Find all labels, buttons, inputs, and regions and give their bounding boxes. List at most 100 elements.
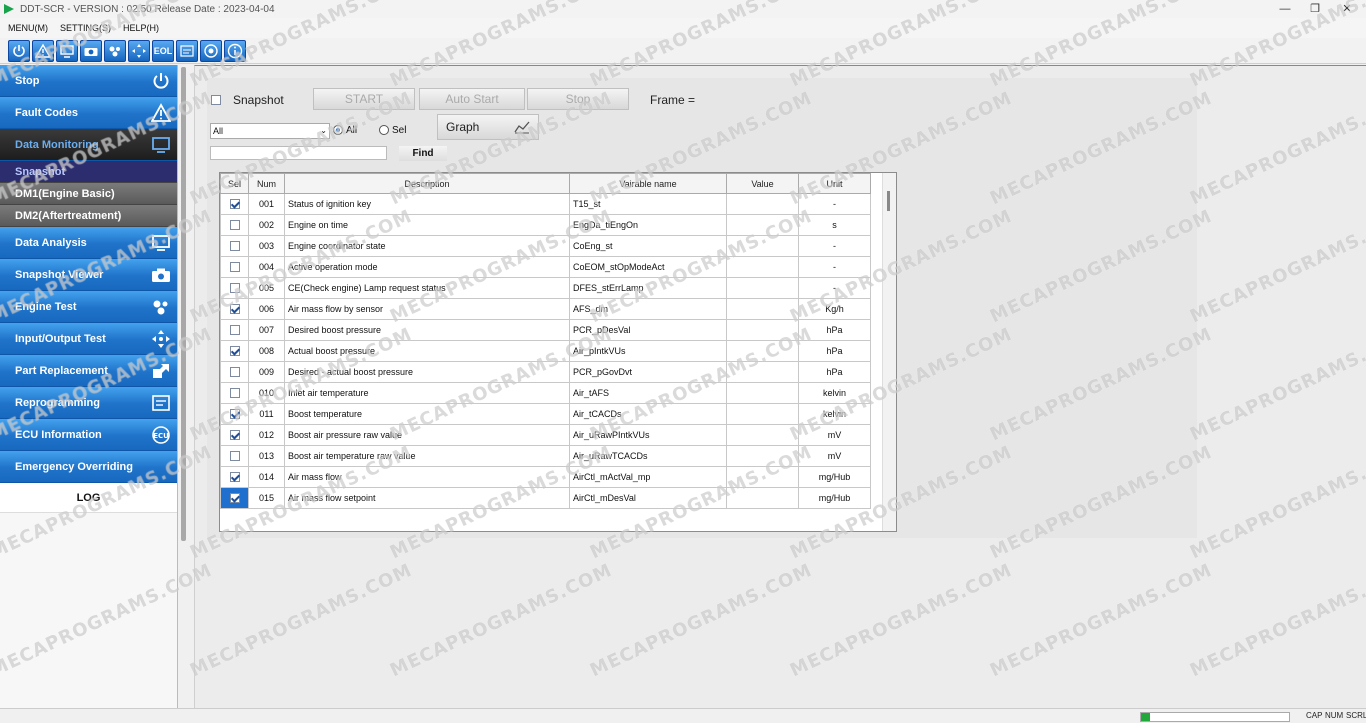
subnav-snapshot[interactable]: Snapshot xyxy=(0,161,177,183)
grid-scrollbar[interactable] xyxy=(882,173,896,531)
num-cell: 012 xyxy=(248,424,285,446)
filter-select[interactable]: All ⌄ xyxy=(210,123,330,139)
sidebar-item-emergency-overriding[interactable]: Emergency Overriding xyxy=(0,451,177,483)
row-select-checkbox[interactable] xyxy=(229,325,240,336)
table-row[interactable]: 001 Status of ignition key T15_st - xyxy=(220,193,871,215)
row-select-checkbox[interactable] xyxy=(229,388,240,399)
log-button[interactable]: LOG xyxy=(0,483,177,513)
row-select-checkbox[interactable] xyxy=(229,346,240,357)
sidebar-scroll-thumb[interactable] xyxy=(181,67,186,541)
row-select-checkbox[interactable] xyxy=(229,220,240,231)
sidebar-item-ecu-information[interactable]: ECU Information ECU xyxy=(0,419,177,451)
engine-test-icon[interactable] xyxy=(104,39,126,62)
table-row[interactable]: 008 Actual boost pressure Air_pIntkVUs hPa xyxy=(220,340,871,362)
row-select-checkbox[interactable] xyxy=(229,409,240,420)
sidebar-item-fault-codes[interactable]: Fault Codes xyxy=(0,97,177,129)
menu-help[interactable]: HELP(H) xyxy=(123,23,159,33)
info-icon[interactable] xyxy=(224,39,246,62)
sel-checkbox-cell[interactable] xyxy=(220,487,249,509)
sidebar-scrollbar[interactable] xyxy=(180,65,188,708)
table-row[interactable]: 009 Desired - actual boost pressure PCR_pG… xyxy=(220,361,871,383)
row-select-checkbox[interactable] xyxy=(229,199,240,210)
menu-setting[interactable]: SETTING(S) xyxy=(60,23,111,33)
sidebar-item-part-replacement[interactable]: Part Replacement xyxy=(0,355,177,387)
sel-checkbox-cell[interactable] xyxy=(220,214,249,236)
sel-checkbox-cell[interactable] xyxy=(220,256,249,278)
sidebar-item-stop[interactable]: Stop xyxy=(0,65,177,97)
unit-cell: kelvin xyxy=(798,382,871,404)
variable-name-cell: AFS_dm xyxy=(569,298,727,320)
sidebar-item-data-analysis[interactable]: Data Analysis xyxy=(0,227,177,259)
sidebar-item-snapshot-viewer[interactable]: Snapshot Viewer xyxy=(0,259,177,291)
header-value[interactable]: Value xyxy=(726,173,799,194)
sel-checkbox-cell[interactable] xyxy=(220,319,249,341)
header-variable-name[interactable]: Vairable name xyxy=(569,173,727,194)
table-row[interactable]: 012 Boost air pressure raw value Air_uRawP… xyxy=(220,424,871,446)
table-row[interactable]: 002 Engine on time EngDa_tiEngOn s xyxy=(220,214,871,236)
camera-icon[interactable] xyxy=(80,39,102,62)
table-row[interactable]: 007 Desired boost pressure PCR_pDesVal hPa xyxy=(220,319,871,341)
header-sel[interactable]: Sel xyxy=(220,173,249,194)
sidebar-item-reprogramming[interactable]: Reprogramming xyxy=(0,387,177,419)
description-cell: Engine on time xyxy=(284,214,570,236)
subnav-dm2-aftertreatment[interactable]: DM2(Aftertreatment) xyxy=(0,205,177,227)
io-test-icon[interactable] xyxy=(128,39,150,62)
sel-checkbox-cell[interactable] xyxy=(220,424,249,446)
row-select-checkbox[interactable] xyxy=(229,241,240,252)
warning-icon[interactable] xyxy=(32,39,54,62)
subnav-dm1-engine-basic[interactable]: DM1(Engine Basic) xyxy=(0,183,177,205)
header-unit[interactable]: Unit xyxy=(798,173,871,194)
sidebar-item-data-monitoring[interactable]: Data Monitoring xyxy=(0,129,177,161)
header-num[interactable]: Num xyxy=(248,173,285,194)
header-description[interactable]: Description xyxy=(284,173,570,194)
sidebar-item-input-output-test[interactable]: Input/Output Test xyxy=(0,323,177,355)
radio-sel[interactable] xyxy=(379,125,389,135)
sel-checkbox-cell[interactable] xyxy=(220,382,249,404)
start-button[interactable]: START xyxy=(313,88,415,110)
row-select-checkbox[interactable] xyxy=(229,367,240,378)
sidebar-item-engine-test[interactable]: Engine Test xyxy=(0,291,177,323)
row-select-checkbox[interactable] xyxy=(229,430,240,441)
graph-button[interactable]: Graph xyxy=(437,114,539,140)
table-row[interactable]: 010 Inlet air temperature Air_tAFS kelvin xyxy=(220,382,871,404)
table-row[interactable]: 004 Active operation mode CoEOM_stOpModeAc… xyxy=(220,256,871,278)
radio-all[interactable] xyxy=(333,125,343,135)
sel-checkbox-cell[interactable] xyxy=(220,298,249,320)
sel-checkbox-cell[interactable] xyxy=(220,445,249,467)
row-select-checkbox[interactable] xyxy=(229,262,240,273)
row-select-checkbox[interactable] xyxy=(229,472,240,483)
row-select-checkbox[interactable] xyxy=(229,493,240,504)
close-button[interactable]: ✕ xyxy=(1332,0,1362,18)
monitor-icon[interactable] xyxy=(56,39,78,62)
eol-icon[interactable]: EOL xyxy=(152,39,174,62)
table-row[interactable]: 006 Air mass flow by sensor AFS_dm Kg/h xyxy=(220,298,871,320)
row-select-checkbox[interactable] xyxy=(229,451,240,462)
sel-checkbox-cell[interactable] xyxy=(220,193,249,215)
snapshot-checkbox[interactable] xyxy=(211,95,221,105)
table-row[interactable]: 014 Air mass flow AirCtl_mActVal_mp mg/Hub xyxy=(220,466,871,488)
sel-checkbox-cell[interactable] xyxy=(220,361,249,383)
menu-menu[interactable]: MENU(M) xyxy=(8,23,48,33)
table-row[interactable]: 005 CE(Check engine) Lamp request status D… xyxy=(220,277,871,299)
find-button[interactable]: Find xyxy=(399,146,447,161)
find-input[interactable] xyxy=(210,146,387,160)
sel-checkbox-cell[interactable] xyxy=(220,235,249,257)
table-row[interactable]: 011 Boost temperature Air_tCACDs kelvin xyxy=(220,403,871,425)
reprogram-icon[interactable] xyxy=(176,39,198,62)
stop-button[interactable]: Stop xyxy=(527,88,629,110)
power-icon[interactable] xyxy=(8,39,30,62)
grid-scroll-thumb[interactable] xyxy=(887,191,890,211)
row-select-checkbox[interactable] xyxy=(229,283,240,294)
maximize-button[interactable]: ❐ xyxy=(1300,0,1330,18)
table-row[interactable]: 013 Boost air temperature raw value Air_uR… xyxy=(220,445,871,467)
sel-checkbox-cell[interactable] xyxy=(220,340,249,362)
table-row[interactable]: 003 Engine coordinator state CoEng_st - xyxy=(220,235,871,257)
table-row[interactable]: 015 Air mass flow setpoint AirCtl_mDesVal m… xyxy=(220,487,871,509)
sel-checkbox-cell[interactable] xyxy=(220,403,249,425)
sel-checkbox-cell[interactable] xyxy=(220,277,249,299)
minimize-button[interactable]: — xyxy=(1270,0,1300,18)
auto-start-button[interactable]: Auto Start xyxy=(419,88,525,110)
sel-checkbox-cell[interactable] xyxy=(220,466,249,488)
row-select-checkbox[interactable] xyxy=(229,304,240,315)
ecu-icon[interactable] xyxy=(200,39,222,62)
